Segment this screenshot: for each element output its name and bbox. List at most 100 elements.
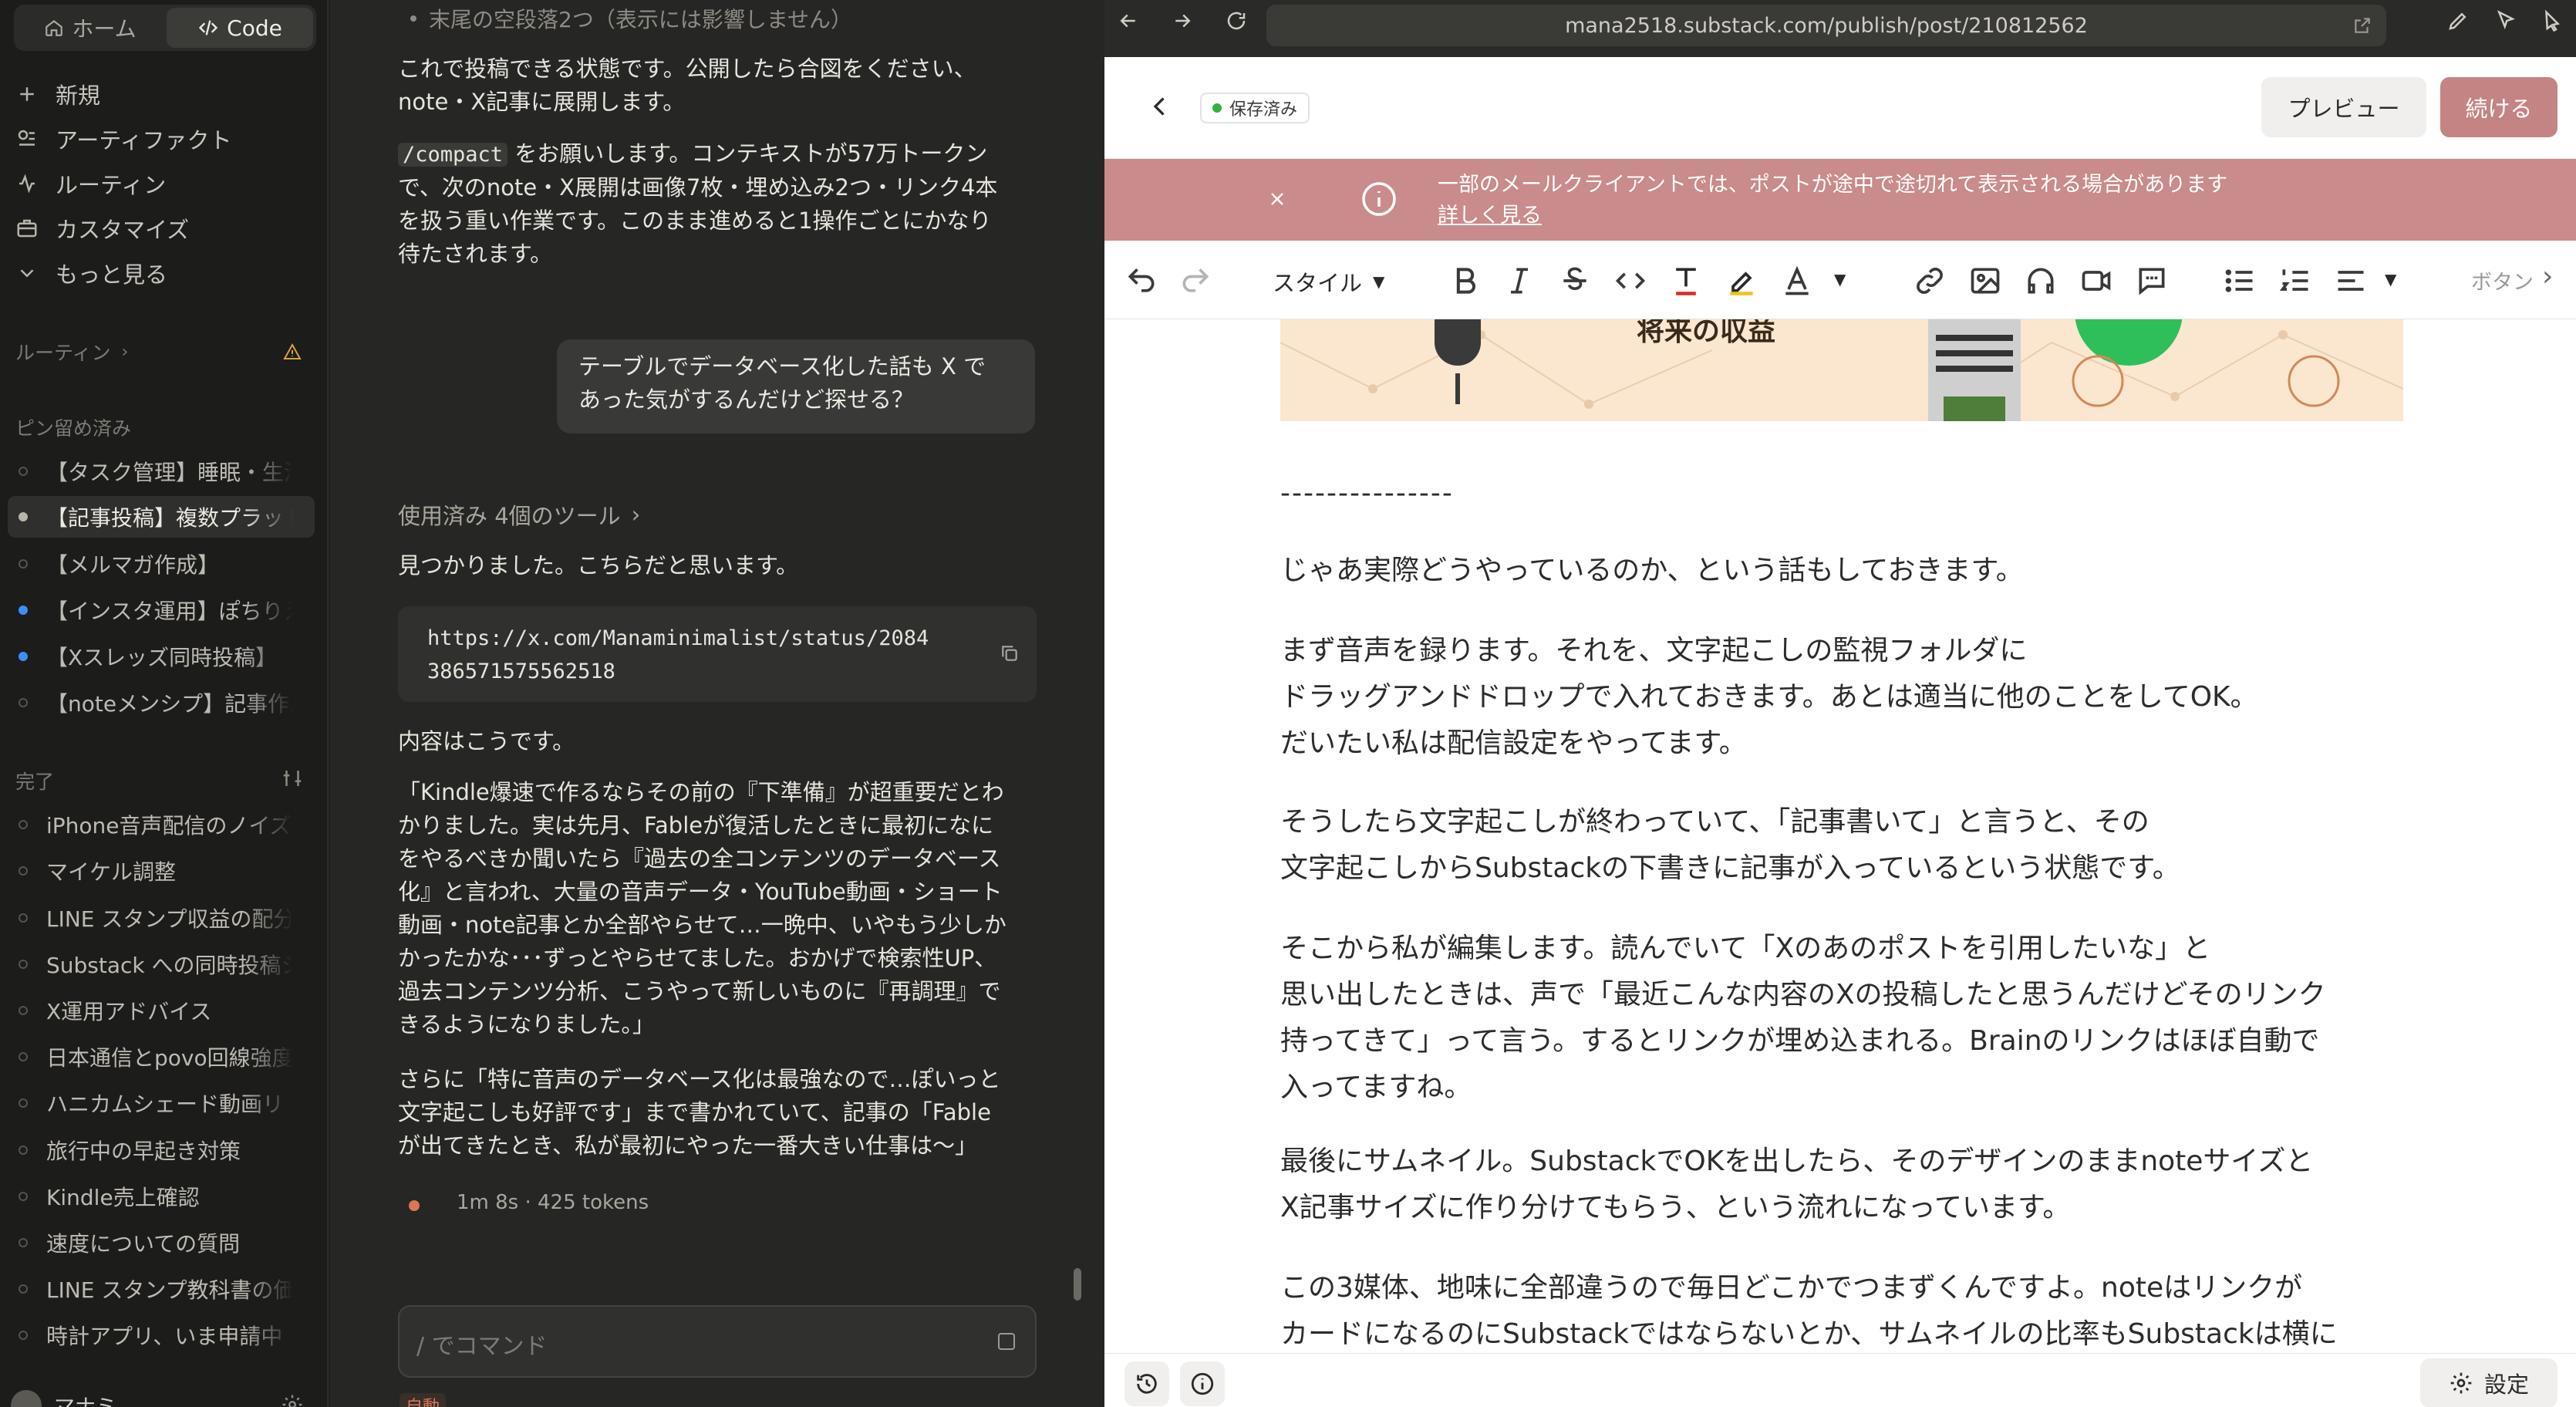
pinned-item[interactable]: 【タスク管理】睡眠・生活 [8,450,315,492]
status-indicator [409,1200,420,1211]
done-item[interactable]: Substack への同時投稿シ [8,943,315,985]
pinned-item[interactable]: 【noteメンシプ】記事作成 [8,682,315,724]
text-color-icon[interactable] [1669,264,1703,298]
text-line: ドラッグアンドドロップで入れておきます。あとは適当に他のことをしてOK。 [1280,681,2258,713]
pinned-item[interactable]: 【Xスレッズ同時投稿】 [8,636,315,677]
code-icon[interactable] [1613,264,1647,298]
history-button[interactable] [1124,1361,1169,1406]
forward-arrow-icon[interactable] [1171,9,1194,32]
done-item-label: LINE スタンプ教科書の価 [46,1277,293,1303]
routine-section-header[interactable]: ルーティン › [15,338,128,366]
link-icon[interactable] [1913,264,1947,298]
font-color-icon[interactable] [1780,264,1814,298]
bullet-text: 末尾の空段落2つ（表示には影響しません） [429,7,852,32]
status-dot [19,820,28,829]
undo-icon[interactable] [1124,264,1158,298]
nav-more[interactable]: もっと見る [15,253,167,293]
editor-header: 保存済み プレビュー 続ける [1104,57,2576,159]
back-arrow-icon[interactable] [1117,9,1140,32]
style-dropdown[interactable]: スタイル ▼ [1273,265,1384,298]
nav-new[interactable]: 新規 [15,74,100,114]
banner-link[interactable]: 詳しく見る [1438,201,2227,231]
filter-icon[interactable] [281,767,304,790]
info-button[interactable] [1180,1361,1225,1406]
done-item[interactable]: Kindle売上確認 [8,1176,315,1217]
pointer-icon[interactable] [2541,9,2564,32]
pen-icon[interactable] [2446,9,2470,32]
tools-used-toggle[interactable]: 使用済み 4個のツール › [398,498,640,531]
done-item[interactable]: ハニカムシェード動画リ [8,1082,315,1124]
italic-icon[interactable] [1502,264,1536,298]
mode-badge[interactable]: 自動 [400,1393,447,1407]
audio-icon[interactable] [2024,264,2058,298]
preview-button[interactable]: プレビュー [2261,77,2426,137]
illustration-graphic [1280,319,2403,421]
tab-code[interactable]: Code [167,8,313,48]
editor-paragraph: まず音声を録ります。それを、文字起こしの監視フォルダに ドラッグアンドドロップで… [1280,628,2375,767]
done-item[interactable]: マイケル調整 [8,850,315,892]
address-bar[interactable]: mana2518.substack.com/publish/post/21081… [1266,5,2386,46]
text-line: を扱う重い作業です。このまま進めると1操作ごとにかなり [398,208,992,234]
numbered-list-icon[interactable] [2278,264,2312,298]
close-icon[interactable] [1268,190,1286,208]
video-icon[interactable] [2079,264,2113,298]
text-line: カードになるのにSubstackではならないとか、サムネイルの比率もSubsta… [1280,1318,2338,1350]
text-line: 待たされます。 [398,241,553,267]
cursor-icon[interactable] [2494,9,2517,32]
pinned-item[interactable]: 【インスタ運用】ぽちりえ [8,589,315,631]
editor-body[interactable]: 将来の収益 --------------- じゃあ実際どうやっているのか、という… [1104,319,2576,1353]
text-line: まず音声を録ります。それを、文字起こしの監視フォルダに [1280,635,2028,666]
bullet-item: 末尾の空段落2つ（表示には影響しません） [410,3,852,34]
avatar[interactable] [11,1390,42,1407]
caret-down-icon[interactable]: ▼ [2385,270,2396,288]
editor-paragraph: この3媒体、地味に全部違うので毎日どこかでつまずくんですよ。noteはリンクが … [1280,1265,2375,1353]
scrollbar[interactable] [1074,1268,1081,1301]
nav-routine[interactable]: ルーティン [15,164,166,204]
copy-icon[interactable] [1000,643,1020,663]
settings-gear-icon[interactable] [281,1393,304,1407]
bullet-list-icon[interactable] [2223,264,2257,298]
pinned-item[interactable]: 【記事投稿】複数プラットフォーム [8,496,315,538]
bold-icon[interactable] [1448,264,1482,298]
done-item-label: X運用アドバイス [46,999,212,1024]
tab-home[interactable]: ホーム [17,8,164,48]
status-dot [19,1052,28,1061]
status-dot [19,866,28,876]
done-item[interactable]: LINE スタンプ収益の配分 [8,897,315,939]
editor-footer: 設定 [1104,1353,2576,1407]
back-chevron-icon[interactable] [1146,93,1174,120]
done-item[interactable]: LINE スタンプ教科書の価 [8,1268,315,1310]
settings-button[interactable]: 設定 [2420,1358,2557,1407]
button-insert[interactable]: ボタン [2471,265,2534,295]
pinned-section-label: ピン留め済み [15,417,132,440]
comment-icon[interactable] [2135,264,2169,298]
stop-icon[interactable] [998,1333,1015,1350]
reload-icon[interactable] [1225,9,1248,32]
info-icon [1362,182,1396,216]
done-item[interactable]: 時計アプリ、いま申請中 [8,1314,315,1356]
editor-paragraph: そうしたら文字起こしが終わっていて、「記事書いて」と言うと、その 文字起こしから… [1280,799,2375,892]
caret-down-icon[interactable]: ▼ [1834,270,1846,288]
align-icon[interactable] [2334,264,2368,298]
assistant-paragraph: /compact をお願いします。コンテキストが57万トークン で、次のnote… [398,137,1015,271]
done-item-label: Substack への同時投稿シ [46,953,293,978]
done-item[interactable]: X運用アドバイス [8,990,315,1031]
done-item[interactable]: iPhone音声配信のノイズ [8,804,315,845]
done-item[interactable]: 速度についての質問 [8,1222,315,1264]
highlight-icon[interactable] [1725,264,1758,298]
external-link-icon[interactable] [2352,15,2372,35]
pinned-item[interactable]: 【メルマガ作成】 [8,543,315,585]
text-line: X記事サイズに作り分けてもらう、という流れになっています。 [1280,1192,2071,1223]
strikethrough-icon[interactable] [1558,264,1592,298]
nav-artifacts[interactable]: アーティファクト [15,119,232,159]
continue-button[interactable]: 続ける [2440,77,2557,137]
redo-icon[interactable] [1178,264,1212,298]
chevron-right-icon[interactable]: › [2542,261,2553,292]
nav-customize[interactable]: カスタマイズ [15,208,189,248]
image-icon[interactable] [1968,264,2002,298]
command-input[interactable]: / でコマンド [398,1305,1037,1378]
done-item[interactable]: 日本通信とpovo回線強度 [8,1036,315,1078]
done-item[interactable]: 旅行中の早起き対策 [8,1129,315,1171]
text-line: あった気がするんだけど探せる？ [578,386,915,413]
text-line: そこから私が編集します。読んでいて「Xのあのポストを引用したいな」と [1280,933,2211,964]
